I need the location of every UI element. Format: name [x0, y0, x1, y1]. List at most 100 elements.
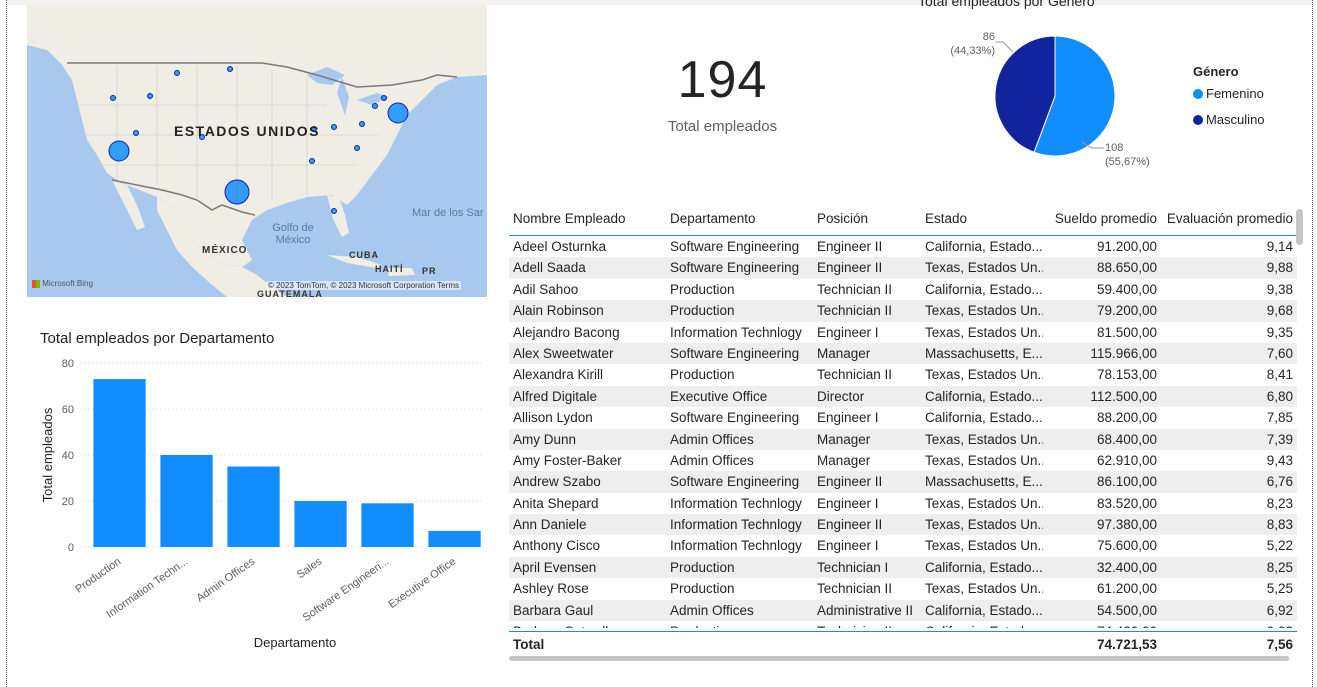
cell-position: Engineer I	[817, 538, 879, 554]
cell-state: California, Estado...	[925, 602, 1043, 618]
x-tick-label: Sales	[295, 555, 325, 581]
table-row[interactable]: Alain Robinson Production Technician II Tex…	[509, 300, 1297, 322]
bar[interactable]	[227, 466, 280, 548]
table-row[interactable]: Ann Daniele Information Technlogy Engineer…	[509, 514, 1297, 536]
table-row[interactable]: Anthony Cisco Information Technlogy Engine…	[509, 535, 1297, 556]
table-row[interactable]: Amy Foster-Baker Admin Offices Manager Texa…	[509, 450, 1297, 471]
column-header-position[interactable]: Posición	[817, 211, 868, 226]
pie-label-masculino: 86 (44,33%)	[950, 30, 995, 58]
pie-label-masculino-value: 86	[982, 31, 995, 43]
cell-state: Texas, Estados Un...	[925, 538, 1043, 554]
total-salary: 74.721,53	[1096, 637, 1157, 652]
y-tick-label: 60	[62, 404, 74, 416]
cell-state: Massachusetts, E...	[925, 345, 1043, 361]
cell-rating: 8,25	[1266, 559, 1293, 575]
cell-state: California, Estado...	[925, 559, 1043, 575]
cell-position: Technician II	[817, 367, 893, 383]
cell-salary: 54.500,00	[1096, 602, 1157, 618]
cell-state: Texas, Estados Un...	[925, 431, 1043, 447]
cell-position: Engineer II	[817, 517, 883, 533]
cell-state: Texas, Estados Un...	[925, 260, 1043, 276]
cell-salary: 97.380,00	[1096, 517, 1157, 533]
bar[interactable]	[361, 503, 414, 547]
canvas-border-right	[1312, 0, 1313, 687]
table-row[interactable]: Allison Lydon Software Engineering Enginee…	[509, 407, 1297, 428]
map-credits[interactable]: © 2023 TomTom, © 2023 Microsoft Corporat…	[265, 281, 461, 290]
cell-state: California, Estado...	[925, 281, 1043, 297]
employee-map[interactable]: ESTADOS UNIDOS MÉXICO Golfo de México Ma…	[27, 5, 487, 297]
total-label: Total	[513, 637, 545, 652]
table-row[interactable]: Adil Sahoo Production Technician II Califor…	[509, 279, 1297, 300]
table-row[interactable]: Adell Saada Software Engineering Engineer …	[509, 257, 1297, 279]
cell-rating: 9,35	[1266, 324, 1293, 340]
cell-salary: 78.153,00	[1096, 367, 1157, 383]
table-row[interactable]: Amy Dunn Admin Offices Manager Texas, Estad…	[509, 428, 1297, 450]
y-tick-label: 20	[62, 496, 74, 508]
column-header-salary[interactable]: Sueldo promedio	[1055, 211, 1157, 226]
table-vertical-scrollbar[interactable]	[1296, 209, 1303, 245]
bing-logo: Microsoft Bing	[32, 279, 93, 288]
cell-salary: 32.400,00	[1096, 559, 1157, 575]
column-header-name[interactable]: Nombre Empleado	[513, 211, 626, 226]
cell-name: Anita Shepard	[513, 495, 599, 511]
table-row[interactable]: Alex Sweetwater Software Engineering Manag…	[509, 342, 1297, 365]
table-row[interactable]: Ashley Rose Production Technician II Texas,…	[509, 578, 1297, 599]
table-row[interactable]: April Evensen Production Technician I Calif…	[509, 556, 1297, 579]
table-row[interactable]: Barbara Gaul Admin Offices Administrative …	[509, 599, 1297, 622]
table-row[interactable]: Adeel Osturnka Software Engineering Engine…	[509, 236, 1297, 257]
bing-label: Microsoft Bing	[42, 279, 93, 288]
cell-name: Alejandro Bacong	[513, 324, 620, 340]
legend-item-masculino[interactable]: Masculino	[1193, 112, 1265, 127]
table-row[interactable]: Alexandra Kirill Production Technician II T…	[509, 364, 1297, 385]
cell-name: April Evensen	[513, 559, 597, 575]
table-row[interactable]: Alfred Digitale Executive Office Director C…	[509, 385, 1297, 408]
cell-department: Admin Offices	[670, 431, 754, 447]
bar[interactable]	[428, 530, 481, 547]
column-header-state[interactable]: Estado	[925, 211, 967, 226]
cell-rating: 9,14	[1266, 239, 1293, 254]
cell-position: Technician II	[817, 303, 893, 319]
kpi-total-employees: 194	[677, 51, 768, 109]
cell-salary: 74.430,00	[1097, 624, 1157, 628]
legend-item-femenino[interactable]: Femenino	[1193, 86, 1264, 101]
cell-position: Engineer II	[817, 239, 883, 254]
cell-salary: 86.100,00	[1096, 474, 1157, 490]
cell-salary: 75.600,00	[1096, 538, 1157, 554]
bar[interactable]	[93, 379, 146, 547]
bar[interactable]	[294, 501, 347, 547]
x-tick-label: Admin Offices	[194, 555, 257, 604]
cell-salary: 88.650,00	[1096, 260, 1157, 276]
cell-department: Production	[670, 281, 735, 297]
cell-name: Ashley Rose	[513, 581, 589, 597]
cell-rating: 6,80	[1266, 388, 1293, 404]
cell-department: Production	[670, 303, 735, 319]
bar[interactable]	[160, 455, 213, 547]
column-header-rating[interactable]: Evaluación promedio	[1167, 211, 1293, 226]
table-row[interactable]: Andrew Szabo Software Engineering Engineer…	[509, 471, 1297, 493]
cell-department: Software Engineering	[670, 345, 800, 361]
department-bar-chart[interactable]: 020406080ProductionInformation Techn... A…	[30, 350, 490, 660]
cell-name: Alexandra Kirill	[513, 367, 604, 383]
cell-name: Barbara Sutwell	[513, 624, 608, 628]
table-body: Adeel Osturnka Software Engineering Engine…	[509, 236, 1297, 628]
cell-rating: 5,25	[1266, 581, 1293, 597]
map-label-haiti: HAITÍ	[375, 264, 404, 274]
cell-rating: 5,22	[1266, 538, 1293, 554]
cell-department: Information Technlogy	[670, 495, 802, 511]
y-tick-label: 80	[62, 358, 74, 370]
cell-salary: 61.200,00	[1096, 581, 1157, 597]
table-row[interactable]: Barbara Sutwell Production Technician II Ca…	[509, 621, 1297, 628]
cell-department: Information Technlogy	[670, 324, 802, 340]
column-header-department[interactable]: Departamento	[670, 211, 756, 226]
employee-table[interactable]: Nombre Empleado Departamento Posición Es…	[509, 207, 1297, 652]
table-header: Nombre Empleado Departamento Posición Es…	[509, 207, 1297, 236]
map-label-pr: PR	[422, 266, 437, 276]
table-row[interactable]: Alejandro Bacong Information Technlogy Eng…	[509, 322, 1297, 343]
table-row[interactable]: Anita Shepard Information Technlogy Engine…	[509, 493, 1297, 514]
cell-state: Texas, Estados Un...	[925, 324, 1043, 340]
cell-department: Admin Offices	[670, 452, 754, 468]
table-horizontal-scrollbar[interactable]	[509, 656, 1289, 661]
cell-rating: 7,39	[1266, 431, 1293, 447]
microsoft-logo-icon	[32, 279, 40, 288]
cell-rating: 9,38	[1266, 281, 1293, 297]
